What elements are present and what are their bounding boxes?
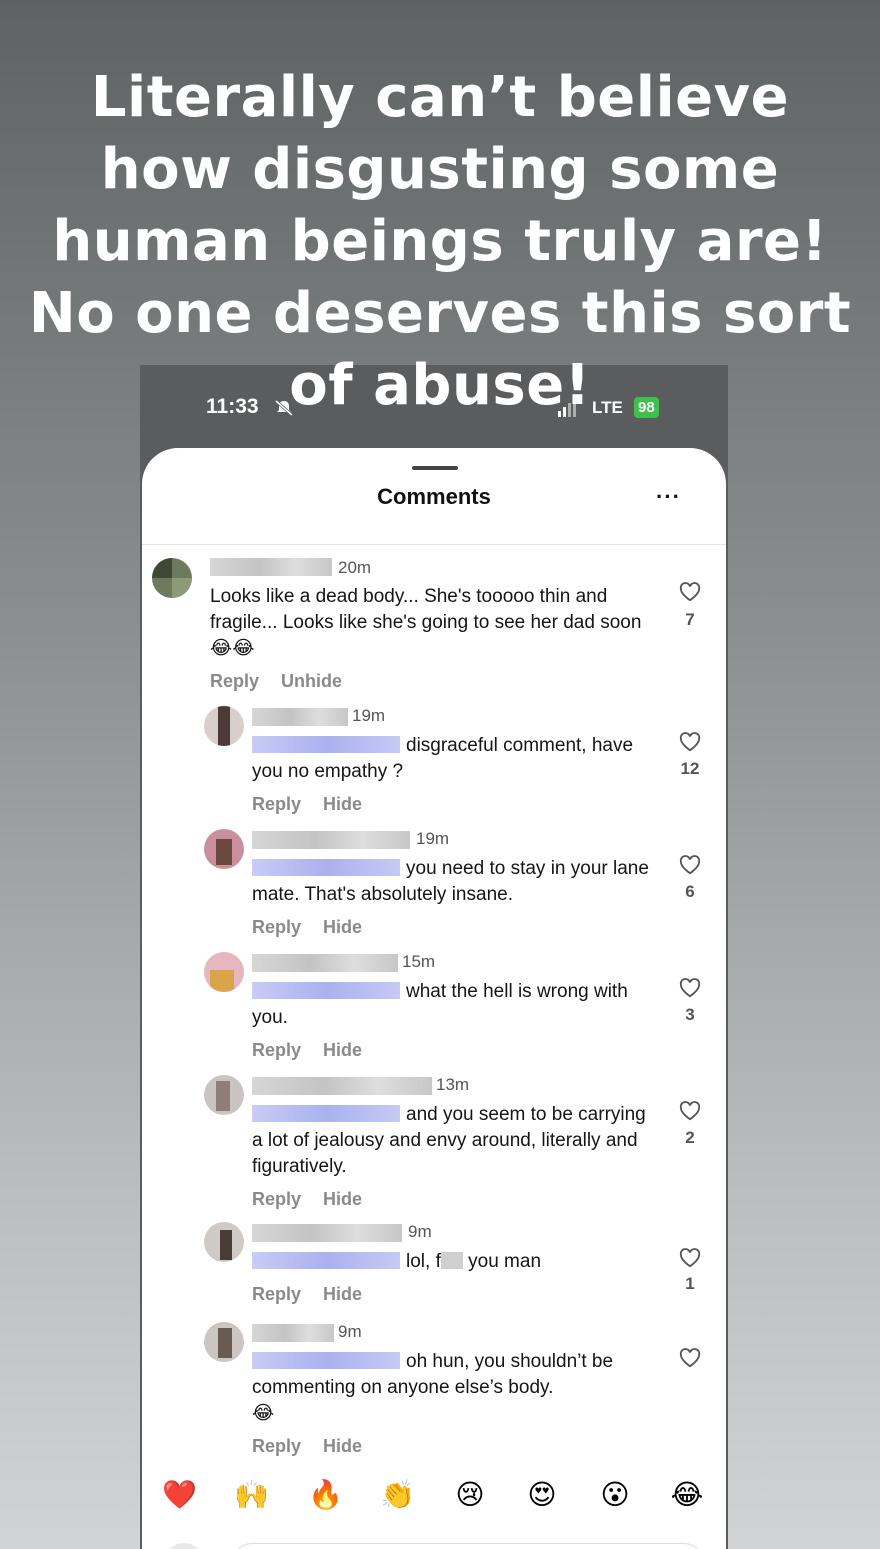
timestamp: 15m: [402, 952, 436, 971]
comment-text: oh hun, you shouldn’t be commenting on a…: [252, 1349, 652, 1427]
caption-line: how disgusting some: [100, 137, 780, 202]
sheet-grabber[interactable]: [412, 466, 458, 470]
mention-redacted[interactable]: [252, 1105, 400, 1122]
caption-line: human beings truly are!: [52, 209, 828, 274]
composer-avatar: [164, 1543, 204, 1549]
story-caption: Literally can’t believe how disgusting s…: [0, 62, 880, 422]
hide-button[interactable]: Hide: [323, 1284, 362, 1304]
comment-actions: Reply Hide: [252, 1284, 384, 1305]
mention-redacted[interactable]: [252, 1352, 400, 1369]
reply-button[interactable]: Reply: [252, 917, 301, 937]
hide-button[interactable]: Hide: [323, 1436, 362, 1456]
mention-redacted[interactable]: [252, 859, 400, 876]
comment-body: Looks like a dead body... She's tooooo t…: [210, 586, 642, 633]
comment-actions: Reply Hide: [252, 794, 384, 815]
comment-body: lol, f: [406, 1251, 441, 1272]
username-redacted[interactable]: [252, 954, 398, 972]
timestamp: 9m: [338, 1322, 362, 1341]
avatar[interactable]: [152, 558, 192, 598]
emoji: 😂😂: [210, 638, 255, 659]
hide-button[interactable]: Hide: [323, 1189, 362, 1209]
timestamp: 13m: [436, 1075, 470, 1094]
username-redacted[interactable]: [252, 1224, 402, 1242]
like-count: 2: [685, 1128, 695, 1147]
mention-redacted[interactable]: [252, 736, 400, 753]
avatar[interactable]: [204, 952, 244, 992]
comment-body-cont: you man: [462, 1251, 542, 1272]
timestamp: 20m: [338, 558, 372, 577]
username-redacted[interactable]: [210, 558, 332, 576]
caption-line: of abuse!: [289, 353, 591, 418]
hide-button[interactable]: Hide: [323, 917, 362, 937]
username-redacted[interactable]: [252, 1324, 334, 1342]
comment-input[interactable]: [232, 1543, 704, 1549]
comment-text: disgraceful comment, have you no empathy…: [252, 733, 652, 785]
username-redacted[interactable]: [252, 708, 348, 726]
comments-sheet: Comments ··· 20m Looks like a dead body.…: [142, 448, 726, 1549]
hide-button[interactable]: Hide: [323, 794, 362, 814]
avatar[interactable]: [204, 1322, 244, 1362]
reply-button[interactable]: Reply: [252, 1040, 301, 1060]
reaction-heart[interactable]: ❤️: [162, 1478, 197, 1512]
reaction-raising-hands[interactable]: 🙌: [234, 1478, 269, 1512]
comment-text: what the hell is wrong with you.: [252, 979, 652, 1031]
timestamp: 19m: [352, 706, 386, 725]
reply-button[interactable]: Reply: [252, 1189, 301, 1209]
timestamp: 19m: [416, 829, 450, 848]
comment-actions: Reply Hide: [252, 917, 384, 938]
username-redacted[interactable]: [252, 1077, 432, 1095]
caption-line: No one deserves this sort: [28, 281, 852, 346]
like-count: 3: [685, 1005, 695, 1024]
comment-text: lol, f you man: [252, 1249, 652, 1275]
avatar[interactable]: [204, 706, 244, 746]
avatar[interactable]: [204, 1222, 244, 1262]
sheet-title: Comments: [377, 484, 491, 509]
heart-outline-icon[interactable]: [679, 855, 701, 875]
heart-outline-icon[interactable]: [679, 1248, 701, 1268]
quick-reactions-bar: ❤️ 🙌 🔥 👏 😢 😍 😮 😂: [142, 1478, 726, 1528]
heart-outline-icon[interactable]: [679, 582, 701, 602]
reply-button[interactable]: Reply: [252, 794, 301, 814]
heart-outline-icon[interactable]: [679, 978, 701, 998]
divider: [142, 544, 726, 545]
reaction-laughing[interactable]: 😂: [670, 1478, 704, 1512]
comment-actions: Reply Hide: [252, 1189, 384, 1210]
mention-redacted[interactable]: [252, 1252, 400, 1269]
censored-word: [440, 1252, 463, 1269]
reply-button[interactable]: Reply: [210, 671, 259, 691]
comment-text: Looks like a dead body... She's tooooo t…: [210, 584, 650, 662]
heart-outline-icon[interactable]: [679, 1101, 701, 1121]
reply-button[interactable]: Reply: [252, 1284, 301, 1304]
reaction-fire[interactable]: 🔥: [308, 1478, 343, 1512]
comment-actions: Reply Hide: [252, 1436, 384, 1457]
emoji: 😂: [252, 1403, 275, 1424]
timestamp: 9m: [408, 1222, 432, 1241]
caption-line: Literally can’t believe: [90, 65, 790, 130]
avatar[interactable]: [204, 829, 244, 869]
reaction-heart-eyes[interactable]: 😍: [525, 1478, 559, 1512]
like-count: 7: [685, 610, 695, 629]
comment-text: you need to stay in your lane mate. That…: [252, 856, 662, 908]
comment-actions: Reply Hide: [252, 1040, 384, 1061]
reply-button[interactable]: Reply: [252, 1436, 301, 1456]
reaction-clapping[interactable]: 👏: [380, 1478, 415, 1512]
like-count: 1: [685, 1274, 695, 1293]
comment-actions: Reply Unhide: [210, 671, 364, 692]
heart-outline-icon[interactable]: [679, 1348, 701, 1368]
heart-outline-icon[interactable]: [679, 732, 701, 752]
like-count: 12: [680, 759, 700, 778]
avatar[interactable]: [204, 1075, 244, 1115]
phone-screenshot: 11:33 LTE 98 Comments ··· 20m Looks like…: [140, 365, 728, 1549]
username-redacted[interactable]: [252, 831, 410, 849]
like-count: 6: [685, 882, 695, 901]
unhide-button[interactable]: Unhide: [281, 671, 342, 691]
comment-text: and you seem to be carrying a lot of jea…: [252, 1102, 647, 1180]
more-options-button[interactable]: ···: [656, 484, 681, 510]
mention-redacted[interactable]: [252, 982, 400, 999]
reaction-surprised[interactable]: 😮: [598, 1478, 632, 1512]
hide-button[interactable]: Hide: [323, 1040, 362, 1060]
reaction-crying[interactable]: 😢: [453, 1478, 487, 1512]
